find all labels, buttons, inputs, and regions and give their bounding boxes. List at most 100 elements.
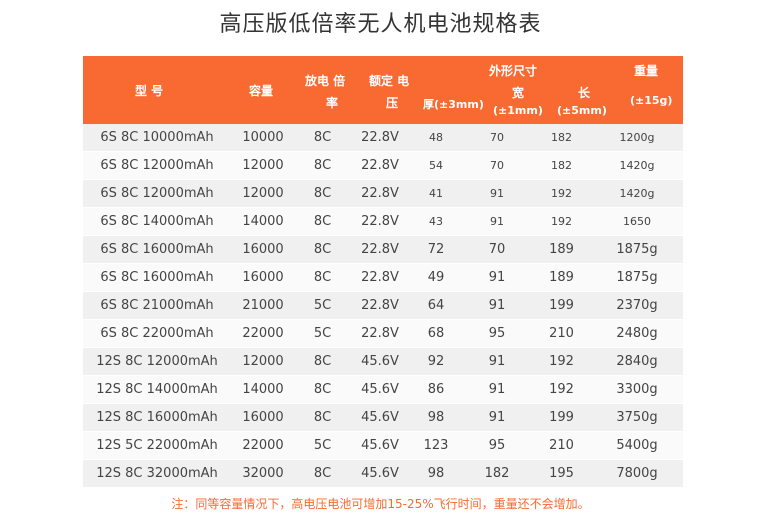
cell-capacity: 22000: [242, 326, 284, 341]
table-row: 6S 8C 12000mAh 12000 8C 22.8V 41 91 192 1420g: [83, 180, 683, 208]
table-row: 12S 8C 12000mAh 12000 8C 45.6V 92 91 192 2840g: [83, 348, 683, 376]
cell-width: 91: [488, 410, 506, 425]
cell-model: 6S 8C 16000mAh: [100, 270, 214, 285]
cell-length: 192: [549, 382, 574, 397]
cell-weight: 2370g: [616, 298, 658, 313]
cell-model: 12S 8C 14000mAh: [96, 382, 218, 397]
cell-length: 192: [551, 215, 572, 228]
cell-length: 189: [549, 270, 574, 285]
header-weight-line1: 重量: [634, 64, 659, 78]
table-row: 6S 8C 14000mAh 14000 8C 22.8V 43 91 192 1650: [83, 208, 683, 236]
cell-weight: 2480g: [616, 326, 658, 341]
cell-length: 182: [551, 159, 572, 172]
cell-voltage: 45.6V: [361, 438, 399, 453]
table-header: 型 号 容量 放电 倍 率 额定 电 压 外形尺寸 厚(±3mm) 宽 (±1m…: [83, 56, 683, 124]
cell-model: 6S 8C 12000mAh: [100, 186, 214, 201]
cell-capacity: 12000: [242, 354, 284, 369]
cell-length: 210: [549, 438, 574, 453]
cell-rate: 8C: [313, 158, 332, 173]
cell-voltage: 45.6V: [361, 354, 399, 369]
cell-width: 91: [490, 215, 504, 228]
cell-rate: 5C: [313, 326, 332, 341]
cell-width: 91: [490, 187, 504, 200]
cell-voltage: 22.8V: [361, 214, 399, 229]
cell-width: 95: [488, 326, 506, 341]
cell-thickness: 98: [427, 466, 445, 481]
cell-capacity: 12000: [242, 158, 284, 173]
cell-length: 199: [549, 410, 574, 425]
cell-model: 6S 8C 21000mAh: [100, 298, 214, 313]
table-row: 6S 8C 16000mAh 16000 8C 22.8V 49 91 189 1875g: [83, 264, 683, 292]
cell-thickness: 68: [427, 326, 445, 341]
header-rate-line2: 率: [326, 96, 339, 110]
cell-model: 6S 8C 12000mAh: [100, 158, 214, 173]
cell-capacity: 32000: [242, 466, 284, 481]
cell-width: 91: [488, 270, 506, 285]
cell-voltage: 45.6V: [361, 410, 399, 425]
header-thickness: 厚(±3mm): [423, 98, 484, 111]
table-row: 12S 5C 22000mAh 22000 5C 45.6V 123 95 210 5400g: [83, 432, 683, 460]
table-row: 6S 8C 21000mAh 21000 5C 22.8V 64 91 199 2370g: [83, 292, 683, 320]
table-row: 6S 8C 16000mAh 16000 8C 22.8V 72 70 189 1875g: [83, 236, 683, 264]
cell-capacity: 16000: [242, 410, 284, 425]
cell-weight: 1875g: [616, 242, 658, 257]
footnote: 注：同等容量情况下，高电压电池可增加15-25%飞行时间，重量还不会增加。: [171, 497, 590, 511]
cell-capacity: 14000: [242, 382, 284, 397]
cell-model: 12S 8C 32000mAh: [96, 466, 218, 481]
header-dimensions: 外形尺寸: [489, 64, 538, 78]
cell-width: 182: [484, 466, 510, 481]
cell-thickness: 123: [423, 438, 449, 453]
cell-width: 70: [490, 159, 504, 172]
cell-voltage: 22.8V: [361, 186, 399, 201]
cell-thickness: 54: [429, 159, 443, 172]
cell-length: 189: [549, 242, 574, 257]
cell-width: 70: [490, 131, 504, 144]
cell-thickness: 72: [427, 242, 445, 257]
cell-weight: 1420g: [619, 187, 655, 200]
cell-rate: 8C: [313, 270, 332, 285]
cell-capacity: 21000: [242, 298, 284, 313]
cell-rate: 8C: [313, 186, 332, 201]
cell-rate: 5C: [313, 298, 332, 313]
cell-weight: 5400g: [616, 438, 658, 453]
table-row: 6S 8C 12000mAh 12000 8C 22.8V 54 70 182 1420g: [83, 152, 683, 180]
cell-width: 70: [488, 242, 506, 257]
cell-length: 192: [549, 354, 574, 369]
header-capacity: 容量: [249, 84, 274, 98]
table-row: 12S 8C 16000mAh 16000 8C 45.6V 98 91 199 3750g: [83, 404, 683, 432]
cell-length: 210: [549, 326, 574, 341]
header-voltage-line1: 额定 电: [369, 74, 410, 88]
cell-thickness: 98: [427, 410, 445, 425]
cell-thickness: 86: [427, 382, 445, 397]
cell-weight: 2840g: [616, 354, 658, 369]
cell-thickness: 64: [427, 298, 445, 313]
cell-model: 12S 8C 12000mAh: [96, 354, 218, 369]
table-row: 12S 8C 32000mAh 32000 8C 45.6V 98 182 195 7800g: [83, 460, 683, 488]
cell-width: 91: [488, 382, 506, 397]
page-title: 高压版低倍率无人机电池规格表: [219, 12, 542, 37]
cell-voltage: 22.8V: [361, 158, 399, 173]
cell-capacity: 16000: [242, 242, 284, 257]
cell-voltage: 22.8V: [361, 270, 399, 285]
header-model: 型 号: [135, 84, 164, 98]
cell-weight: 7800g: [616, 466, 658, 481]
cell-length: 195: [549, 466, 574, 481]
cell-voltage: 22.8V: [361, 242, 399, 257]
cell-thickness: 43: [429, 215, 443, 228]
cell-capacity: 10000: [242, 130, 284, 145]
cell-rate: 8C: [313, 242, 332, 257]
header-weight-line2: (±15g): [630, 94, 673, 107]
cell-voltage: 45.6V: [361, 382, 399, 397]
cell-voltage: 22.8V: [361, 298, 399, 313]
cell-weight: 1200g: [619, 131, 655, 144]
cell-rate: 8C: [313, 130, 332, 145]
cell-model: 12S 5C 22000mAh: [96, 438, 218, 453]
cell-capacity: 14000: [242, 214, 284, 229]
header-width-line2: (±1mm): [493, 104, 543, 117]
cell-model: 6S 8C 14000mAh: [100, 214, 214, 229]
cell-model: 6S 8C 16000mAh: [100, 242, 214, 257]
cell-capacity: 12000: [242, 186, 284, 201]
header-width-line1: 宽: [512, 86, 525, 100]
header-voltage-line2: 压: [386, 96, 399, 110]
cell-capacity: 22000: [242, 438, 284, 453]
